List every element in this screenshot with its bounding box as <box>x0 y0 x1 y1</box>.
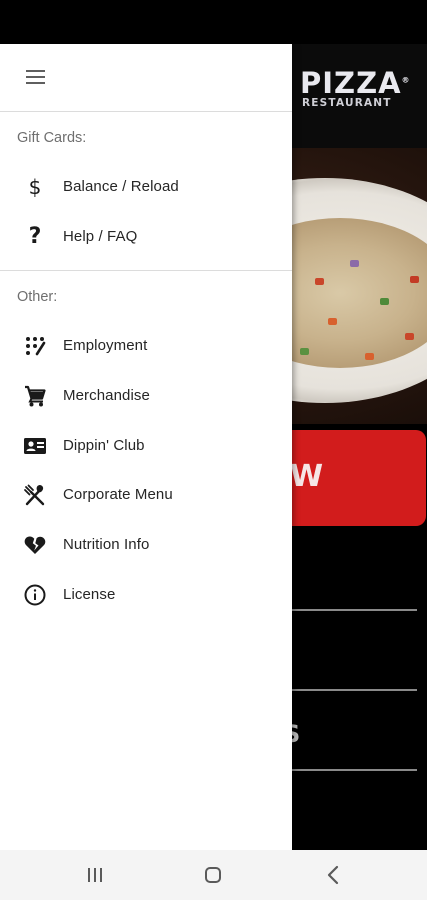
order-button-label: W <box>290 459 324 494</box>
contact-card-icon <box>23 434 47 458</box>
section-label-gift-cards: Gift Cards: <box>17 130 87 146</box>
info-icon <box>23 583 47 607</box>
back-icon[interactable] <box>318 862 348 888</box>
menu-item-label: Nutrition Info <box>63 536 150 553</box>
menu-item-label: License <box>63 586 116 603</box>
logo-subtitle: RESTAURANT <box>302 97 392 109</box>
status-bar <box>0 0 427 44</box>
tomato-bit <box>328 318 337 325</box>
menu-item-label: Merchandise <box>63 387 150 404</box>
herb-bit <box>300 348 309 355</box>
dollar-icon: $ <box>28 175 42 199</box>
question-icon: ? <box>28 224 42 249</box>
dialpad-icon <box>23 334 47 358</box>
menu-item-corporate-menu[interactable]: Corporate Menu <box>0 472 292 518</box>
navigation-drawer: Gift Cards: $ Balance / Reload ? Help / … <box>0 44 292 850</box>
menu-item-merchandise[interactable]: Merchandise <box>0 373 292 419</box>
menu-item-label: Help / FAQ <box>63 228 138 245</box>
broken-heart-icon <box>23 533 47 557</box>
menu-item-label: Balance / Reload <box>63 178 179 195</box>
menu-item-help-faq[interactable]: ? Help / FAQ <box>0 214 292 260</box>
menu-item-dippin-club[interactable]: Dippin' Club <box>0 423 292 469</box>
menu-item-license[interactable]: License <box>0 572 292 618</box>
drawer-header <box>0 44 292 112</box>
onion-bit <box>350 260 359 267</box>
logo: PIZZA® <box>300 66 411 100</box>
cart-icon <box>23 384 47 408</box>
menu-item-balance-reload[interactable]: $ Balance / Reload <box>0 164 292 210</box>
menu-item-label: Dippin' Club <box>63 437 145 454</box>
section-divider <box>0 270 292 271</box>
section-label-other: Other: <box>17 289 58 305</box>
tomato-bit <box>365 353 374 360</box>
menu-item-label: Employment <box>63 337 148 354</box>
tomato-bit <box>315 278 324 285</box>
home-icon[interactable] <box>198 862 228 888</box>
tomato-bit <box>410 276 419 283</box>
menu-item-nutrition-info[interactable]: Nutrition Info <box>0 522 292 568</box>
tomato-bit <box>405 333 414 340</box>
herb-bit <box>380 298 389 305</box>
recents-icon[interactable] <box>80 862 110 888</box>
menu-item-employment[interactable]: Employment <box>0 323 292 369</box>
menu-item-label: Corporate Menu <box>63 486 173 503</box>
system-nav-bar <box>0 850 427 900</box>
utensils-icon <box>23 483 47 507</box>
hamburger-menu-icon[interactable] <box>26 70 46 86</box>
